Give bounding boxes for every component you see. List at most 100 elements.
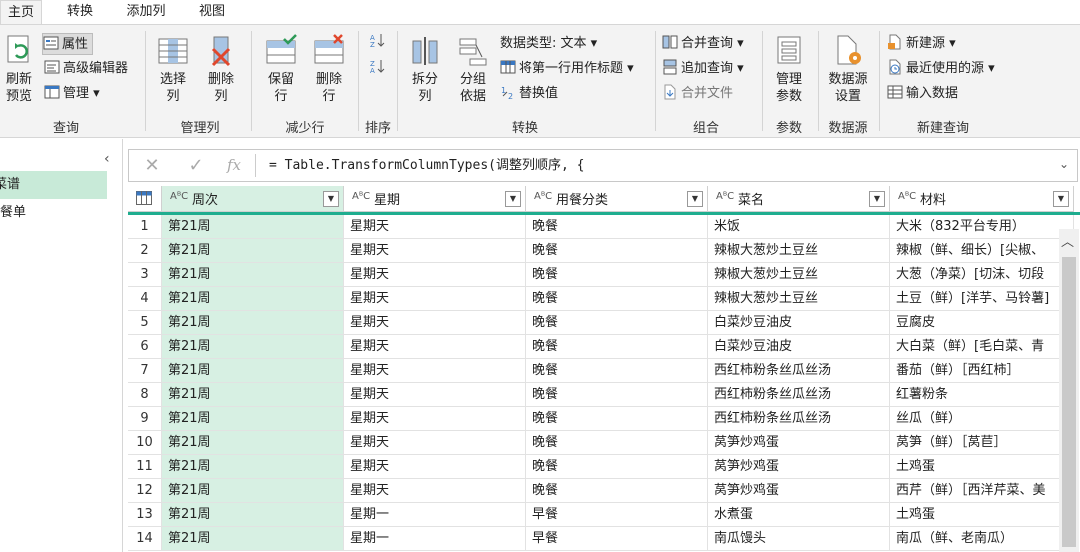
data-type-dropdown[interactable]: 数据类型: 文本 ▾ bbox=[500, 33, 597, 55]
cell-ingredients[interactable]: 辣椒（鲜、细长）[尖椒、 bbox=[890, 239, 1074, 263]
cell-meal-type[interactable]: 晚餐 bbox=[526, 311, 708, 335]
tab-view[interactable]: 视图 bbox=[188, 0, 236, 25]
split-column-button[interactable]: 拆分 列 bbox=[403, 33, 447, 105]
cell-ingredients[interactable]: 土鸡蛋 bbox=[890, 503, 1074, 527]
table-select-all-icon[interactable] bbox=[128, 186, 162, 212]
table-row[interactable]: 7 第21周 星期天 晚餐 西红柿粉条丝瓜丝汤 番茄（鲜）［西红柿］ bbox=[128, 359, 1080, 383]
cell-dish[interactable]: 辣椒大葱炒土豆丝 bbox=[708, 287, 890, 311]
cell-ingredients[interactable]: 红薯粉条 bbox=[890, 383, 1074, 407]
filter-dropdown-icon[interactable]: ▼ bbox=[687, 191, 703, 207]
cell-day[interactable]: 星期天 bbox=[344, 407, 526, 431]
cell-meal-type[interactable]: 晚餐 bbox=[526, 479, 708, 503]
manage-parameters-button[interactable]: 管理 参数 bbox=[766, 33, 812, 105]
cell-ingredients[interactable]: 丝瓜（鲜） bbox=[890, 407, 1074, 431]
merge-queries-button[interactable]: 合并查询 ▾ bbox=[662, 33, 744, 55]
cell-dish[interactable]: 辣椒大葱炒土豆丝 bbox=[708, 239, 890, 263]
cell-day[interactable]: 星期天 bbox=[344, 383, 526, 407]
table-row[interactable]: 3 第21周 星期天 晚餐 辣椒大葱炒土豆丝 大葱（净菜）[切沫、切段 bbox=[128, 263, 1080, 287]
cell-dish[interactable]: 西红柿粉条丝瓜丝汤 bbox=[708, 383, 890, 407]
cell-week[interactable]: 第21周 bbox=[162, 503, 344, 527]
properties-button[interactable]: 属性 bbox=[42, 33, 94, 55]
cell-dish[interactable]: 莴笋炒鸡蛋 bbox=[708, 431, 890, 455]
table-row[interactable]: 14 第21周 星期一 早餐 南瓜馒头 南瓜（鲜、老南瓜） bbox=[128, 527, 1080, 551]
cell-day[interactable]: 星期一 bbox=[344, 503, 526, 527]
table-row[interactable]: 9 第21周 星期天 晚餐 西红柿粉条丝瓜丝汤 丝瓜（鲜） bbox=[128, 407, 1080, 431]
cell-week[interactable]: 第21周 bbox=[162, 431, 344, 455]
cell-meal-type[interactable]: 晚餐 bbox=[526, 335, 708, 359]
confirm-icon[interactable]: ✓ bbox=[179, 150, 213, 181]
cell-day[interactable]: 星期天 bbox=[344, 287, 526, 311]
table-row[interactable]: 10 第21周 星期天 晚餐 莴笋炒鸡蛋 莴笋（鲜）［莴苣］ bbox=[128, 431, 1080, 455]
column-header-week[interactable]: AᴮC 周次 ▼ bbox=[162, 186, 344, 212]
cell-meal-type[interactable]: 晚餐 bbox=[526, 383, 708, 407]
cell-week[interactable]: 第21周 bbox=[162, 383, 344, 407]
combine-files-button[interactable]: 合并文件 bbox=[662, 83, 733, 105]
cell-dish[interactable]: 西红柿粉条丝瓜丝汤 bbox=[708, 407, 890, 431]
table-row[interactable]: 12 第21周 星期天 晚餐 莴笋炒鸡蛋 西芹（鲜）［西洋芹菜、美 bbox=[128, 479, 1080, 503]
cell-meal-type[interactable]: 晚餐 bbox=[526, 239, 708, 263]
cell-meal-type[interactable]: 晚餐 bbox=[526, 407, 708, 431]
scroll-up-chevron-icon[interactable]: ︿ bbox=[1061, 231, 1074, 250]
cell-day[interactable]: 星期天 bbox=[344, 335, 526, 359]
cell-meal-type[interactable]: 晚餐 bbox=[526, 359, 708, 383]
cell-dish[interactable]: 辣椒大葱炒土豆丝 bbox=[708, 263, 890, 287]
sort-ascending-button[interactable]: AZ bbox=[369, 31, 388, 53]
cell-week[interactable]: 第21周 bbox=[162, 263, 344, 287]
table-row[interactable]: 1 第21周 星期天 晚餐 米饭 大米（832平台专用） bbox=[128, 215, 1080, 239]
cell-meal-type[interactable]: 晚餐 bbox=[526, 431, 708, 455]
column-header-day[interactable]: AᴮC 星期 ▼ bbox=[344, 186, 526, 212]
cell-day[interactable]: 星期天 bbox=[344, 479, 526, 503]
cell-meal-type[interactable]: 晚餐 bbox=[526, 263, 708, 287]
cell-day[interactable]: 星期天 bbox=[344, 359, 526, 383]
cell-dish[interactable]: 西红柿粉条丝瓜丝汤 bbox=[708, 359, 890, 383]
use-first-row-as-headers-button[interactable]: 将第一行用作标题 ▾ bbox=[500, 58, 634, 80]
table-row[interactable]: 4 第21周 星期天 晚餐 辣椒大葱炒土豆丝 土豆（鲜）[洋芋、马铃薯] bbox=[128, 287, 1080, 311]
cell-week[interactable]: 第21周 bbox=[162, 359, 344, 383]
cell-day[interactable]: 星期天 bbox=[344, 263, 526, 287]
cell-day[interactable]: 星期一 bbox=[344, 527, 526, 551]
remove-rows-button[interactable]: 删除 行 bbox=[307, 33, 351, 105]
cell-ingredients[interactable]: 土豆（鲜）[洋芋、马铃薯] bbox=[890, 287, 1074, 311]
cell-week[interactable]: 第21周 bbox=[162, 239, 344, 263]
column-header-meal-type[interactable]: AᴮC 用餐分类 ▼ bbox=[526, 186, 708, 212]
cell-dish[interactable]: 南瓜馒头 bbox=[708, 527, 890, 551]
cell-dish[interactable]: 米饭 bbox=[708, 215, 890, 239]
cell-day[interactable]: 星期天 bbox=[344, 239, 526, 263]
choose-columns-button[interactable]: 选择 列 bbox=[151, 33, 195, 105]
table-row[interactable]: 13 第21周 星期一 早餐 水煮蛋 土鸡蛋 bbox=[128, 503, 1080, 527]
new-source-button[interactable]: 新建源 ▾ bbox=[887, 33, 956, 55]
cell-week[interactable]: 第21周 bbox=[162, 407, 344, 431]
tab-transform[interactable]: 转换 bbox=[56, 0, 104, 25]
cell-week[interactable]: 第21周 bbox=[162, 527, 344, 551]
cell-meal-type[interactable]: 早餐 bbox=[526, 503, 708, 527]
query-item-meal-list[interactable]: 用餐单 bbox=[0, 199, 107, 227]
filter-dropdown-icon[interactable]: ▼ bbox=[505, 191, 521, 207]
cell-week[interactable]: 第21周 bbox=[162, 335, 344, 359]
sort-descending-button[interactable]: ZA bbox=[369, 57, 388, 79]
table-row[interactable]: 11 第21周 星期天 晚餐 莴笋炒鸡蛋 土鸡蛋 bbox=[128, 455, 1080, 479]
group-by-button[interactable]: 分组 依据 bbox=[451, 33, 495, 105]
cell-ingredients[interactable]: 土鸡蛋 bbox=[890, 455, 1074, 479]
filter-dropdown-icon[interactable]: ▼ bbox=[1053, 191, 1069, 207]
data-source-settings-button[interactable]: 数据源 设置 bbox=[822, 33, 874, 105]
cell-day[interactable]: 星期天 bbox=[344, 455, 526, 479]
refresh-preview-button[interactable]: 刷新 预览 bbox=[0, 33, 38, 105]
table-row[interactable]: 2 第21周 星期天 晚餐 辣椒大葱炒土豆丝 辣椒（鲜、细长）[尖椒、 bbox=[128, 239, 1080, 263]
fx-icon[interactable]: fx bbox=[219, 150, 249, 181]
cell-dish[interactable]: 莴笋炒鸡蛋 bbox=[708, 479, 890, 503]
cell-dish[interactable]: 白菜炒豆油皮 bbox=[708, 311, 890, 335]
tab-home[interactable]: 主页 bbox=[0, 0, 42, 25]
cell-ingredients[interactable]: 莴笋（鲜）［莴苣］ bbox=[890, 431, 1074, 455]
cell-day[interactable]: 星期天 bbox=[344, 311, 526, 335]
tab-add-column[interactable]: 添加列 bbox=[118, 0, 174, 25]
filter-dropdown-icon[interactable]: ▼ bbox=[869, 191, 885, 207]
table-row[interactable]: 5 第21周 星期天 晚餐 白菜炒豆油皮 豆腐皮 bbox=[128, 311, 1080, 335]
cell-meal-type[interactable]: 晚餐 bbox=[526, 287, 708, 311]
keep-rows-button[interactable]: 保留 行 bbox=[259, 33, 303, 105]
collapse-panel-chevron-icon[interactable]: ‹ bbox=[104, 151, 110, 167]
cell-ingredients[interactable]: 番茄（鲜）［西红柿］ bbox=[890, 359, 1074, 383]
table-row[interactable]: 6 第21周 星期天 晚餐 白菜炒豆油皮 大白菜（鲜）[毛白菜、青 bbox=[128, 335, 1080, 359]
cell-day[interactable]: 星期天 bbox=[344, 215, 526, 239]
remove-columns-button[interactable]: 删除 列 bbox=[199, 33, 243, 105]
cell-dish[interactable]: 莴笋炒鸡蛋 bbox=[708, 455, 890, 479]
